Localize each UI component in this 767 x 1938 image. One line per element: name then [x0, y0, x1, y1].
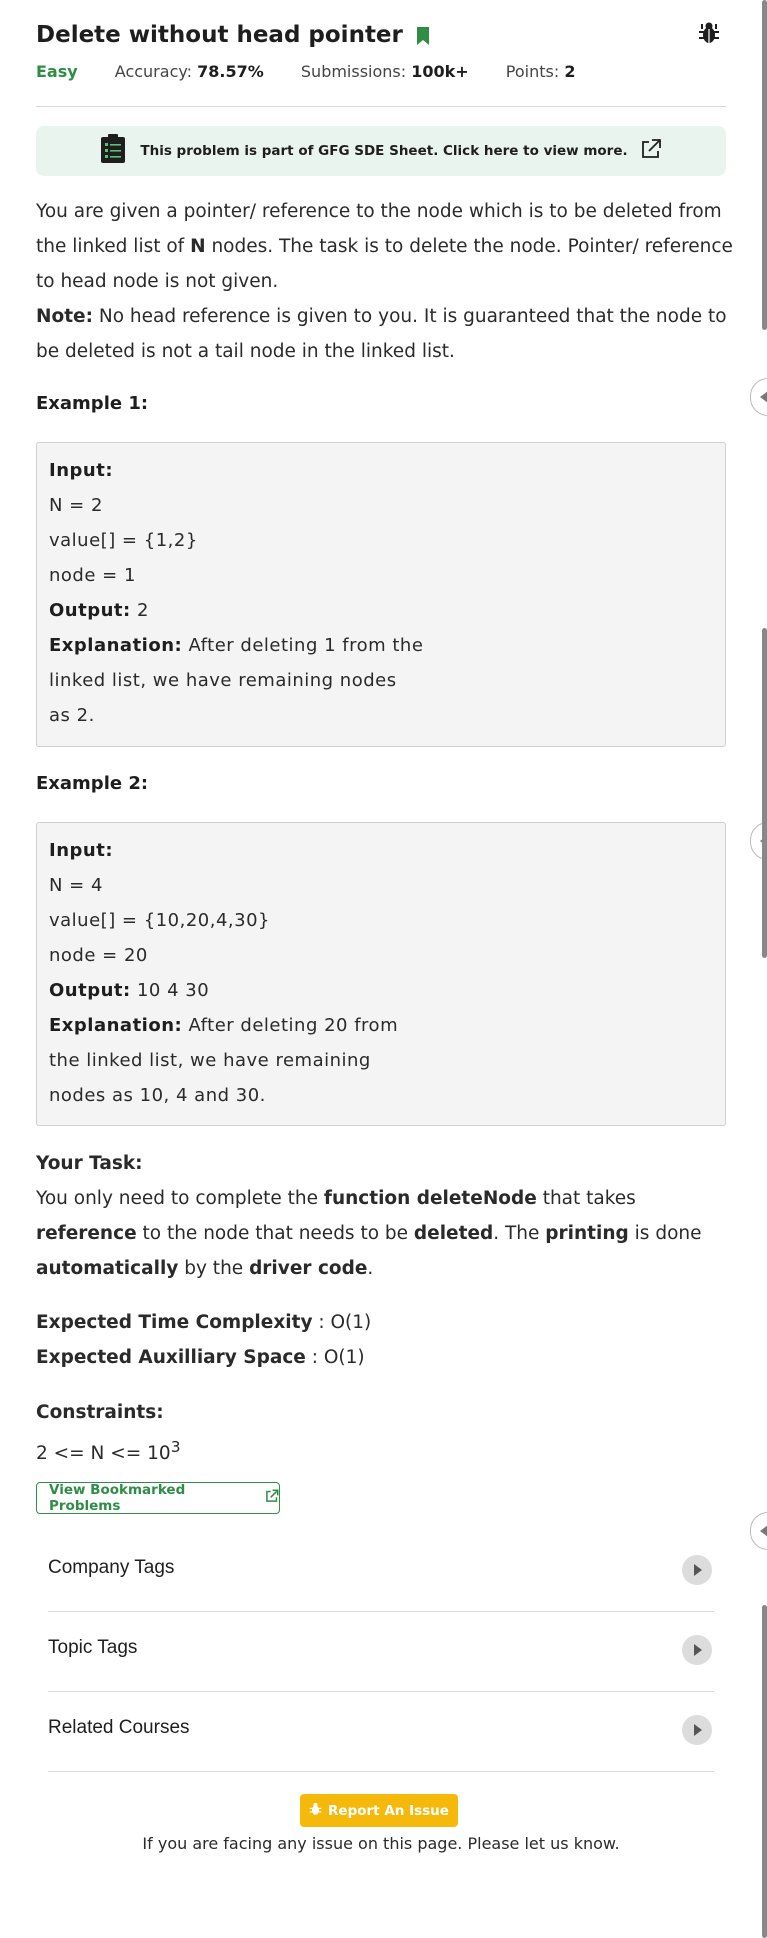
task-bold: function deleteNode: [323, 1188, 537, 1209]
your-task-heading: Your Task:: [36, 1153, 143, 1174]
example-line: N = 2: [49, 495, 103, 516]
view-bookmarked-label: View Bookmarked Problems: [49, 1482, 186, 1514]
submissions-value: 100k+: [411, 62, 469, 81]
report-note: If you are facing any issue on this page…: [142, 1834, 620, 1853]
banner-text: This problem is part of GFG SDE Sheet. C…: [140, 143, 628, 159]
input-label: Input:: [49, 460, 114, 481]
accordion-label: Topic Tags: [48, 1637, 138, 1658]
scrollbar-thumb[interactable]: [762, 0, 767, 330]
your-task-section: Your Task: You only need to complete the…: [36, 1146, 736, 1286]
view-bookmarked-problems-button[interactable]: View Bookmarked Problems: [36, 1482, 280, 1514]
bookmark-icon[interactable]: [416, 26, 430, 50]
task-bold: printing: [545, 1223, 629, 1244]
bug-icon[interactable]: [698, 21, 720, 49]
note-text: No head reference is given to you. It is…: [36, 306, 727, 362]
accuracy-stat: Accuracy: 78.57%: [115, 62, 264, 81]
report-issue-button[interactable]: Report An Issue: [300, 1794, 458, 1827]
description-n: N: [190, 236, 206, 257]
space-complexity-label: Expected Auxilliary Space: [36, 1347, 306, 1368]
output-label: Output:: [49, 980, 131, 1001]
example-line: value[] = {1,2}: [49, 530, 198, 551]
example-line: value[] = {10,20,4,30}: [49, 910, 270, 931]
explanation-line: After deleting 20 from: [182, 1015, 399, 1036]
explanation-line: the linked list, we have remaining: [49, 1050, 371, 1071]
output-label: Output:: [49, 600, 131, 621]
collapse-panel-handle[interactable]: [750, 378, 767, 416]
caret-right-icon[interactable]: [682, 1715, 712, 1745]
caret-right-icon[interactable]: [682, 1635, 712, 1665]
example-2-box: Input: N = 4 value[] = {10,20,4,30} node…: [36, 822, 726, 1126]
note-label: Note:: [36, 306, 93, 327]
task-text: to the node that needs to be: [136, 1223, 414, 1244]
explanation-line: nodes as 10, 4 and 30.: [49, 1085, 266, 1106]
constraints-text: 2 <= N <= 10: [36, 1443, 171, 1465]
accuracy-label: Accuracy:: [114, 62, 193, 81]
accordion-company-tags[interactable]: Company Tags: [48, 1531, 714, 1612]
clipboard-icon: [100, 134, 126, 168]
task-bold: deleted: [413, 1223, 494, 1244]
accordion-topic-tags[interactable]: Topic Tags: [48, 1611, 714, 1692]
task-text: . The: [493, 1223, 546, 1244]
example-line: N = 4: [49, 875, 103, 896]
scrollbar-thumb[interactable]: [762, 1605, 767, 1938]
example-2-heading: Example 2:: [36, 773, 149, 794]
scrollbar-thumb[interactable]: [762, 628, 767, 958]
external-link-icon: [640, 138, 662, 164]
task-text: You only need to complete the: [36, 1188, 324, 1209]
task-bold: driver code: [249, 1258, 368, 1279]
output-value: 2: [130, 600, 149, 621]
explanation-line: linked list, we have remaining nodes: [49, 670, 397, 691]
explanation-label: Explanation:: [49, 1015, 183, 1036]
constraints-heading: Constraints:: [36, 1402, 164, 1423]
bug-icon: [309, 1802, 322, 1820]
time-complexity-value: : O(1): [312, 1312, 372, 1333]
task-text: that takes: [536, 1188, 636, 1209]
explanation-line: as 2.: [49, 705, 95, 726]
accordion-label: Company Tags: [48, 1557, 175, 1578]
constraints-exponent: 3: [170, 1438, 181, 1456]
explanation-line: After deleting 1 from the: [182, 635, 424, 656]
difficulty-badge: Easy: [36, 62, 78, 81]
report-issue-label: Report An Issue: [328, 1802, 449, 1819]
problem-title: Delete without head pointer: [36, 22, 403, 48]
caret-right-icon[interactable]: [682, 1555, 712, 1585]
example-1-content: Input: N = 2 value[] = {1,2} node = 1 Ou…: [49, 453, 423, 733]
accordion-label: Related Courses: [48, 1717, 190, 1738]
submissions-label: Submissions:: [300, 62, 407, 81]
task-text: .: [367, 1258, 374, 1279]
problem-meta: Easy Accuracy: 78.57% Submissions: 100k+…: [36, 62, 607, 81]
problem-description: You are given a pointer/ reference to th…: [36, 194, 736, 369]
example-2-content: Input: N = 4 value[] = {10,20,4,30} node…: [49, 833, 398, 1113]
time-complexity-label: Expected Time Complexity: [36, 1312, 313, 1333]
task-text: by the: [178, 1258, 250, 1279]
points-value: 2: [564, 62, 576, 81]
external-link-icon: [265, 1489, 279, 1507]
title-row: Delete without head pointer: [36, 18, 726, 52]
example-line: node = 20: [49, 945, 148, 966]
input-label: Input:: [49, 840, 114, 861]
submissions-stat: Submissions: 100k+: [301, 62, 469, 81]
task-text: is done: [628, 1223, 702, 1244]
example-line: node = 1: [49, 565, 136, 586]
example-1-heading: Example 1:: [36, 393, 149, 414]
output-value: 10 4 30: [130, 980, 210, 1001]
accordion-related-courses[interactable]: Related Courses: [48, 1691, 714, 1772]
points-stat: Points: 2: [506, 62, 576, 81]
points-label: Points:: [505, 62, 560, 81]
explanation-label: Explanation:: [49, 635, 183, 656]
example-1-box: Input: N = 2 value[] = {1,2} node = 1 Ou…: [36, 442, 726, 747]
space-complexity-value: : O(1): [305, 1347, 365, 1368]
accuracy-value: 78.57%: [197, 62, 264, 81]
constraints-section: Constraints: 2 <= N <= 103: [36, 1395, 736, 1471]
complexity-section: Expected Time Complexity : O(1) Expected…: [36, 1305, 736, 1375]
task-bold: automatically: [36, 1258, 179, 1279]
divider: [36, 106, 726, 107]
collapse-panel-handle[interactable]: [750, 1512, 767, 1550]
sde-sheet-banner[interactable]: This problem is part of GFG SDE Sheet. C…: [36, 126, 726, 176]
task-bold: reference: [36, 1223, 137, 1244]
